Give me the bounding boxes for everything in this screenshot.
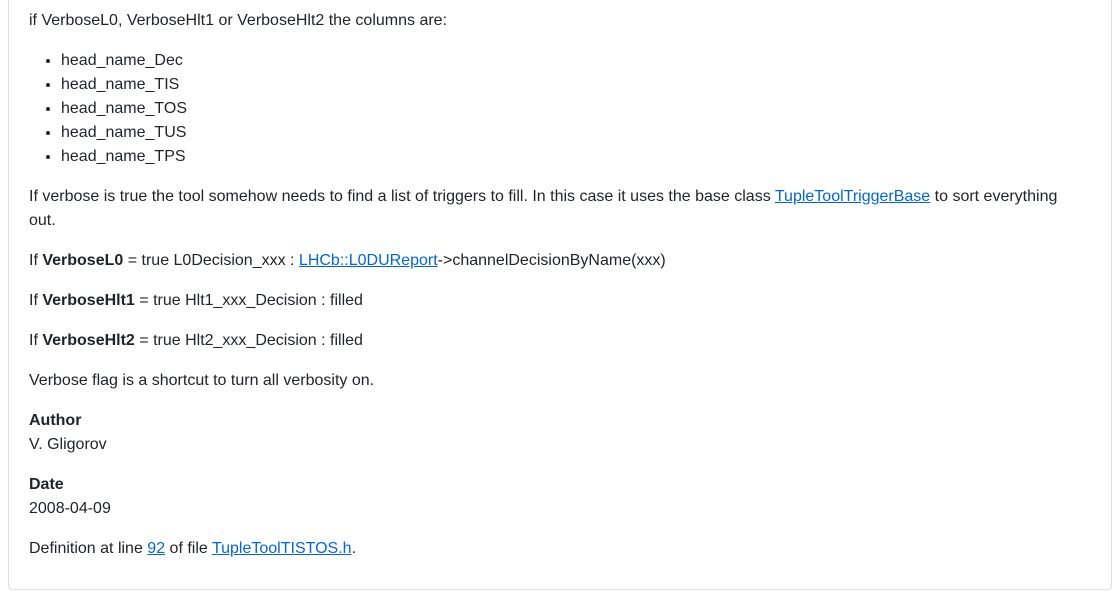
- verbose-hlt1-line: If VerboseHlt1 = true Hlt1_xxx_Decision …: [29, 292, 363, 309]
- verbose-hlt2-key: VerboseHlt2: [42, 332, 135, 349]
- definition-line: Definition at line 92 of file TupleToolT…: [29, 540, 357, 557]
- author-value: V. Gligorov: [29, 436, 107, 453]
- list-item: head_name_TIS: [61, 73, 187, 97]
- date-value: 2008-04-09: [29, 500, 111, 517]
- author-label: Author: [29, 412, 82, 429]
- verbose-hlt1-key: VerboseHlt1: [42, 292, 135, 309]
- shortcut-text: Verbose flag is a shortcut to turn all v…: [29, 372, 375, 389]
- list-item: head_name_TUS: [61, 121, 187, 145]
- verbose-l0-key: VerboseL0: [42, 252, 124, 269]
- verbose-l0-line: If VerboseL0 = true L0Decision_xxx : LHC…: [29, 252, 666, 269]
- list-item: head_name_TOS: [61, 97, 187, 121]
- doc-panel: if VerboseL0, VerboseHlt1 or VerboseHlt2…: [8, 0, 1112, 590]
- list-item: head_name_Dec: [61, 49, 187, 73]
- columns-list: head_name_Dec head_name_TIS head_name_TO…: [29, 49, 187, 169]
- l0dureport-link[interactable]: LHCb::L0DUReport: [299, 252, 438, 269]
- verbose-hlt2-line: If VerboseHlt2 = true Hlt2_xxx_Decision …: [29, 332, 363, 349]
- line-number-link[interactable]: 92: [147, 540, 165, 557]
- tupletooltriggerbase-link[interactable]: TupleToolTriggerBase: [775, 188, 930, 205]
- intro-text: if VerboseL0, VerboseHlt1 or VerboseHlt2…: [29, 12, 448, 29]
- list-item: head_name_TPS: [61, 145, 187, 169]
- date-label: Date: [29, 476, 64, 493]
- verbose-paragraph: If verbose is true the tool somehow need…: [29, 188, 1058, 229]
- file-link[interactable]: TupleToolTISTOS.h: [212, 540, 352, 557]
